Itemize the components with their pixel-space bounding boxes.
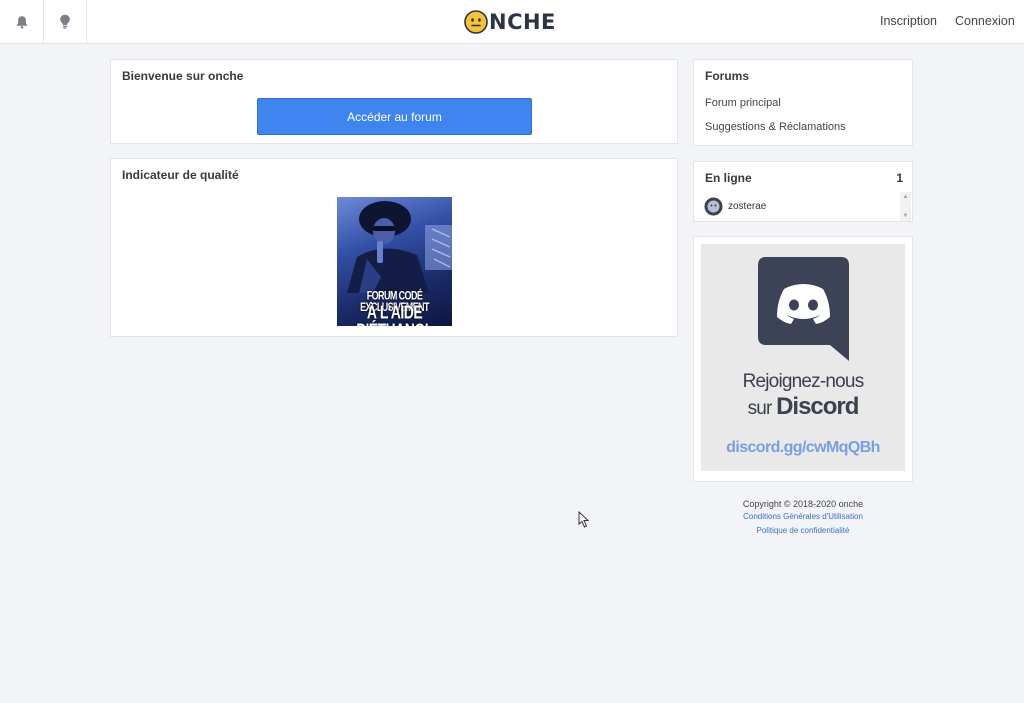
ideas-button[interactable] <box>43 0 87 43</box>
top-header: NCHE Inscription Connexion <box>0 0 1024 44</box>
discord-invite-line2: sur Discord <box>701 393 905 421</box>
forums-title: Forums <box>705 69 750 83</box>
online-user-item[interactable]: zosterae <box>704 197 766 216</box>
login-link[interactable]: Connexion <box>955 14 1015 28</box>
footer: Copyright © 2018-2020 onche Conditions G… <box>693 498 913 538</box>
forum-link-main[interactable]: Forum principal <box>705 97 781 109</box>
forum-link-suggestions[interactable]: Suggestions & Réclamations <box>705 121 846 133</box>
privacy-link[interactable]: Politique de confidentialité <box>693 524 913 538</box>
forums-card: Forums Forum principal Suggestions & Réc… <box>693 59 913 146</box>
smiley-logo-icon <box>464 10 488 34</box>
online-title: En ligne <box>705 171 752 185</box>
terms-link[interactable]: Conditions Générales d'Utilisation <box>693 510 913 524</box>
discord-logo-icon <box>758 257 849 361</box>
discord-banner[interactable]: Rejoignez-nous sur Discord discord.gg/cw… <box>701 244 905 471</box>
online-list-scrollbar[interactable]: ▲ ▼ <box>900 192 911 221</box>
discord-brand: Discord <box>776 393 859 420</box>
quality-card: Indicateur de qualité FORUM CODÉ EXCLUSI… <box>110 158 678 337</box>
logo-text: NCHE <box>489 10 556 34</box>
discord-invite-line1: Rejoignez-nous <box>742 371 865 392</box>
site-logo[interactable]: NCHE <box>464 9 556 35</box>
lightbulb-icon <box>59 14 70 29</box>
notifications-button[interactable] <box>0 0 44 43</box>
discord-line2-prefix: sur <box>747 398 777 419</box>
discord-card: Rejoignez-nous sur Discord discord.gg/cw… <box>693 236 913 482</box>
scroll-up-arrow-icon[interactable]: ▲ <box>900 192 911 202</box>
quality-meme-image: FORUM CODÉ EXCLUSIVEMENT À L'AIDE D'ÉTHA… <box>337 197 452 326</box>
enter-forum-button[interactable]: Accéder au forum <box>257 98 532 135</box>
discord-invite-url[interactable]: discord.gg/cwMqQBh <box>701 439 905 457</box>
bell-icon <box>16 15 27 29</box>
user-avatar-icon <box>704 197 723 216</box>
quality-title: Indicateur de qualité <box>122 168 239 182</box>
cursor-icon <box>578 511 590 528</box>
online-card: En ligne 1 zosterae ▲ ▼ <box>693 161 913 222</box>
meme-caption-line2: À L'AIDE D'ÉTHANOL <box>356 301 433 326</box>
copyright-text: Copyright © 2018-2020 onche <box>742 499 864 509</box>
welcome-card: Bienvenue sur onche Accéder au forum <box>110 59 678 144</box>
signup-link[interactable]: Inscription <box>880 14 937 28</box>
scroll-down-arrow-icon[interactable]: ▼ <box>900 211 911 221</box>
welcome-title: Bienvenue sur onche <box>122 69 244 83</box>
online-user-name[interactable]: zosterae <box>728 201 766 212</box>
online-count: 1 <box>896 171 903 185</box>
